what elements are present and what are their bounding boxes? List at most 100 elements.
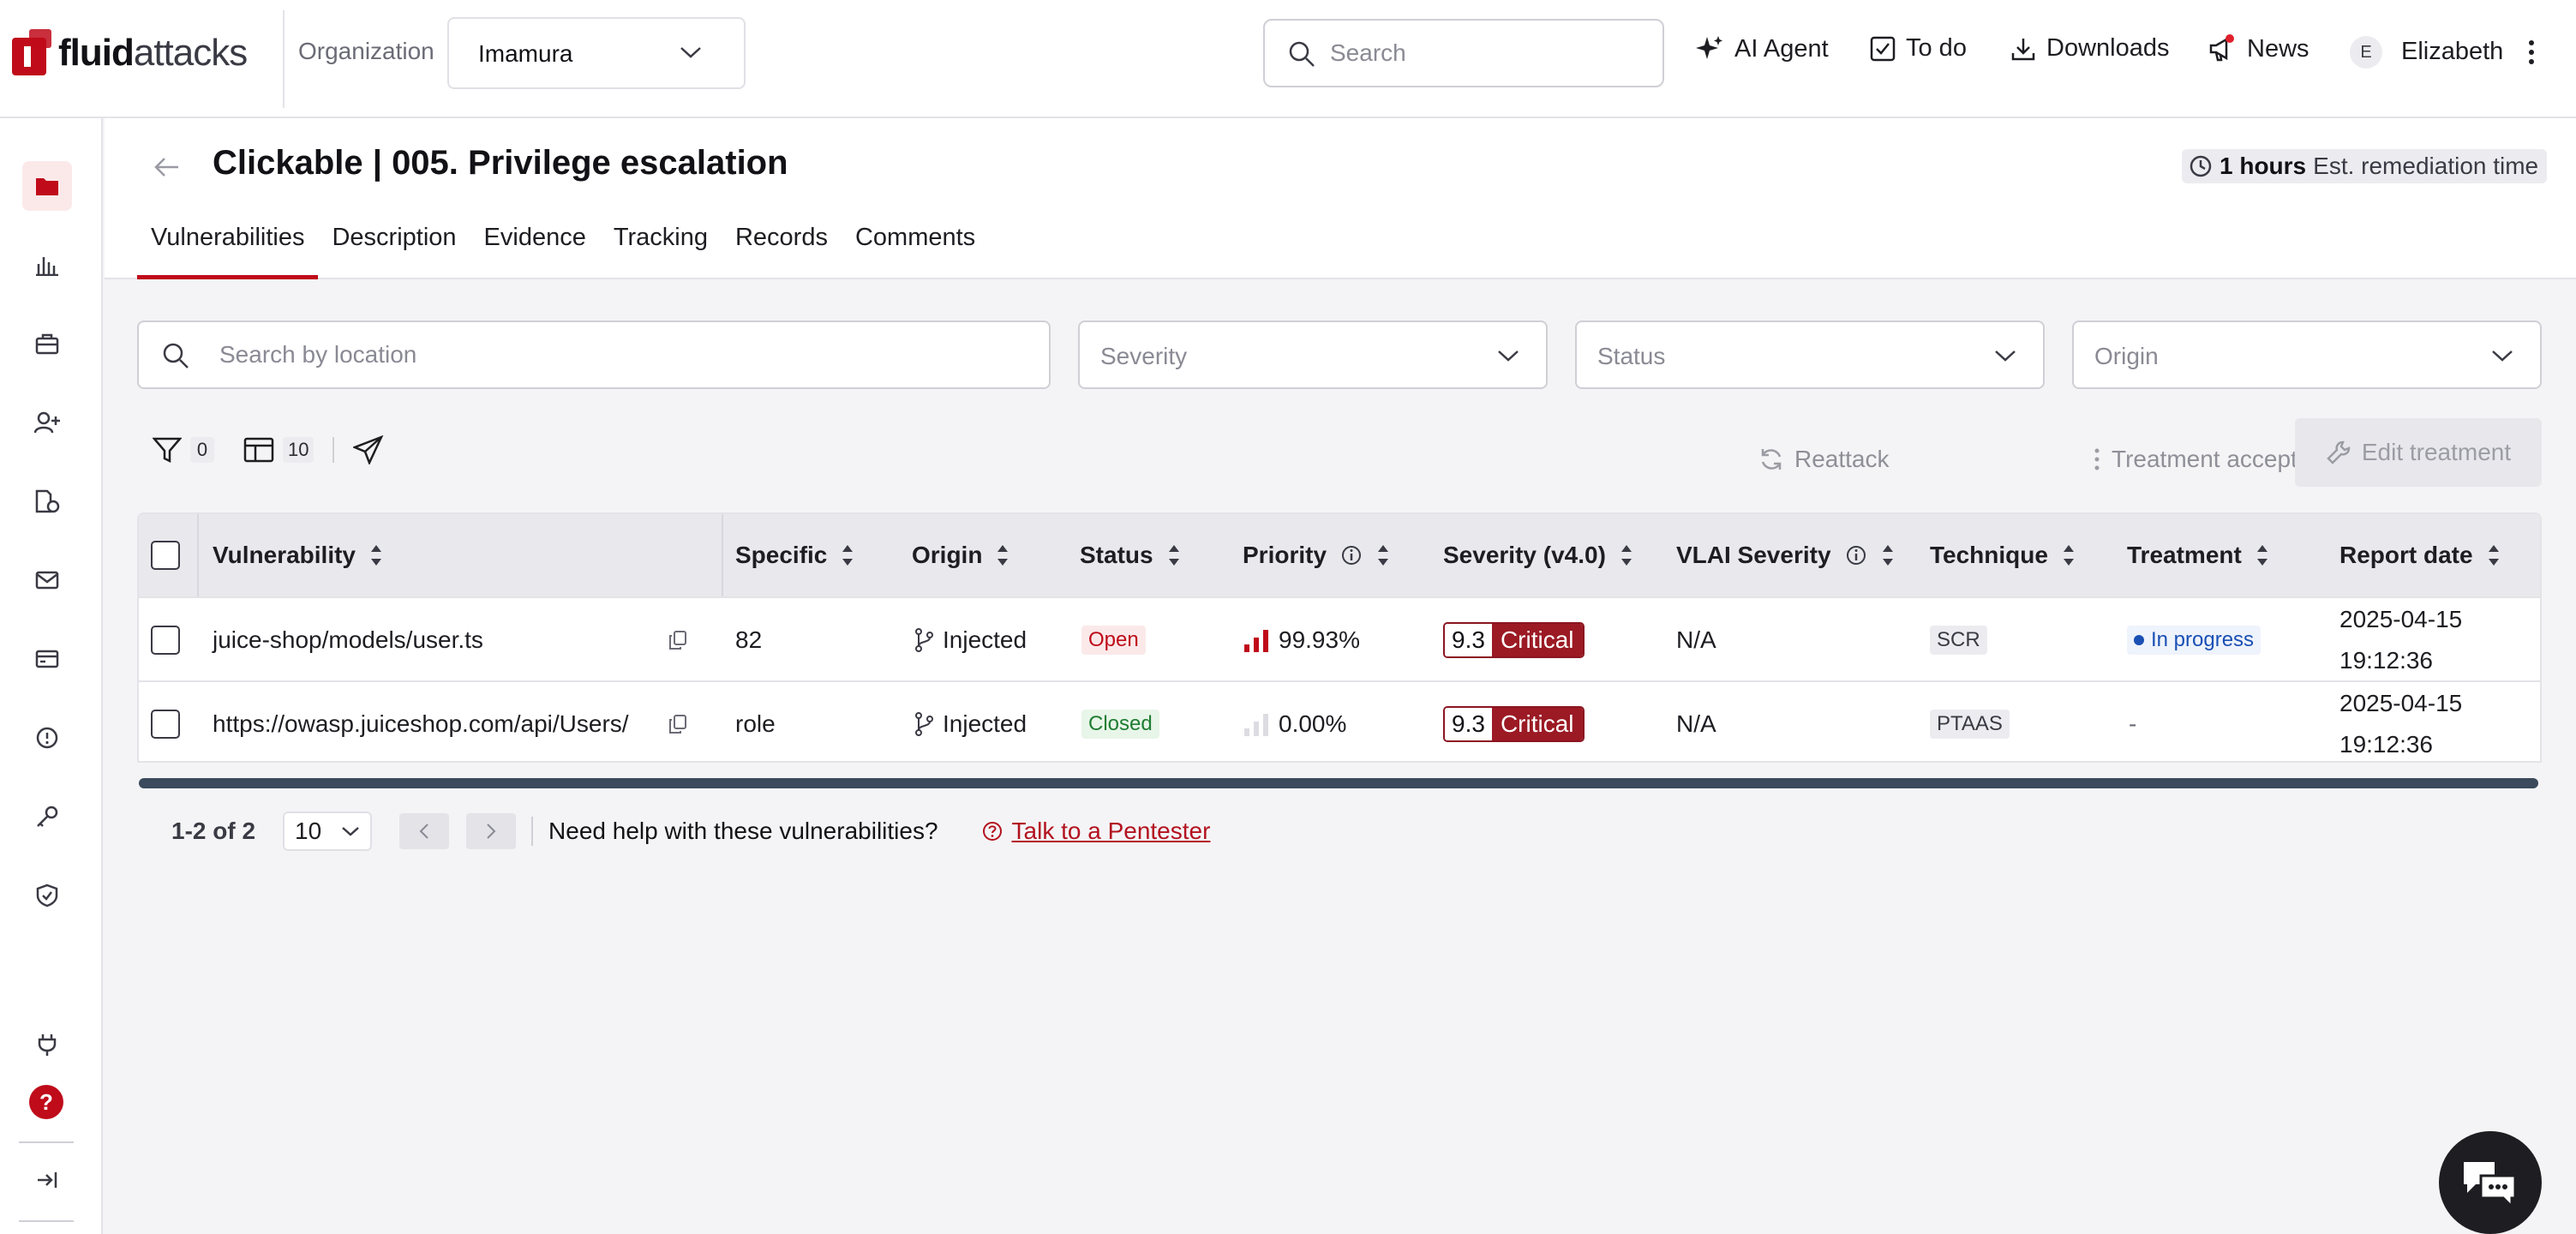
tab-evidence[interactable]: Evidence [470,219,600,279]
copy-button[interactable] [668,598,687,682]
tab-tracking[interactable]: Tracking [600,219,722,279]
download-icon [2011,38,2035,60]
help-icon[interactable]: ? [29,1085,63,1119]
table-row[interactable]: https://owasp.juiceshop.com/api/Users/ r… [139,680,2540,761]
sidebar-item-integrations[interactable] [22,1020,72,1069]
info-icon [1342,546,1362,565]
column-header-treatment[interactable]: Treatment [2127,514,2269,596]
sort-icon [2063,545,2074,566]
downloads-button[interactable]: Downloads [2010,34,2169,63]
technique-cell: PTAAS [1930,682,2010,761]
user-name[interactable]: Elizabeth [2401,38,2503,66]
send-icon[interactable] [353,435,384,464]
column-header-vlai-severity[interactable]: VLAI Severity [1676,514,1895,596]
avatar[interactable]: E [2350,36,2382,69]
column-header-vulnerability[interactable]: Vulnerability [213,514,383,596]
sidebar-item-members[interactable] [22,398,72,447]
report-date-cell: 2025-04-15 19:12:36 [2339,690,2463,758]
column-header-status[interactable]: Status [1080,514,1181,596]
sidebar-item-compliance[interactable] [22,871,72,920]
sidebar-item-analytics[interactable] [22,240,72,290]
kebab-menu-icon[interactable] [2526,38,2537,67]
checkbox-icon [1870,36,1896,61]
origin-filter[interactable]: Origin [2072,320,2542,389]
git-branch-icon [915,712,933,736]
edit-treatment-button[interactable]: Edit treatment [2295,418,2542,487]
filters-button[interactable]: 0 [153,436,214,464]
select-all-checkbox[interactable] [151,514,180,596]
chat-button[interactable] [2439,1131,2542,1234]
back-arrow-icon[interactable] [153,153,182,182]
column-header-specific[interactable]: Specific [735,514,854,596]
sidebar-collapse-button[interactable] [22,1155,72,1205]
status-filter-label: Status [1597,343,1666,369]
todo-label: To do [1906,34,1967,62]
copy-button[interactable] [668,682,687,761]
sidebar-item-groups[interactable] [22,161,72,211]
tab-comments[interactable]: Comments [842,219,989,279]
sidebar: ? [0,118,103,1234]
logo-mark-icon [12,29,51,75]
previous-page-button[interactable] [399,813,450,849]
sidebar-item-credentials[interactable] [22,792,72,842]
sidebar-item-billing-documents[interactable] [22,476,72,526]
treatment-cell: In progress [2127,598,2261,682]
location-search[interactable] [137,320,1051,389]
clock-icon [2190,155,2212,177]
column-header-report-date[interactable]: Report date [2339,514,2501,596]
edit-treatment-label: Edit treatment [2361,439,2512,465]
status-filter[interactable]: Status [1575,320,2045,389]
sidebar-item-billing[interactable] [22,634,72,684]
search-icon [163,343,189,368]
vulnerability-cell[interactable]: https://owasp.juiceshop.com/api/Users/ [213,682,629,761]
global-search[interactable] [1263,19,1664,87]
table-row[interactable]: juice-shop/models/user.ts 82 Injected Op… [139,596,2540,682]
chat-icon [2464,1162,2517,1208]
column-header-priority[interactable]: Priority [1243,514,1390,596]
todo-button[interactable]: To do [1870,34,1967,63]
checkbox[interactable] [151,710,180,739]
talk-to-pentester-link[interactable]: Talk to a Pentester [981,818,1210,845]
sort-icon [2488,545,2499,566]
finding-header: Clickable | 005. Privilege escalation 1 … [105,118,2576,279]
column-header-technique[interactable]: Technique [1930,514,2076,596]
vulnerability-cell[interactable]: juice-shop/models/user.ts [213,598,483,682]
brand-logo[interactable]: fluidattacks [12,29,248,77]
status-cell: Closed [1081,682,1159,761]
column-header-severity[interactable]: Severity (v4.0) [1443,514,1633,596]
severity-filter[interactable]: Severity [1078,320,1548,389]
sort-icon [2256,545,2267,566]
sidebar-item-portfolios[interactable] [22,319,72,368]
tab-records[interactable]: Records [722,219,842,279]
tab-description[interactable]: Description [318,219,470,279]
vlai-severity-cell: N/A [1676,626,1716,653]
severity-badge: 9.3 Critical [1443,706,1585,742]
checkbox[interactable] [151,541,180,570]
sidebar-item-policies[interactable] [22,713,72,763]
horizontal-scrollbar[interactable] [139,778,2538,788]
divider [283,10,285,108]
row-select[interactable] [151,598,180,682]
checkbox[interactable] [151,626,180,655]
ai-agent-button[interactable]: AI Agent [1695,34,1829,63]
status-badge: Open [1081,626,1146,655]
global-search-input[interactable] [1330,36,1638,70]
sidebar-item-inbox[interactable] [22,555,72,605]
organization-select[interactable]: Imamura [447,17,746,89]
help-text: Need help with these vulnerabilities? [548,818,938,844]
treatment-cell: - [2129,710,2137,737]
next-page-button[interactable] [466,813,517,849]
tab-bar: Vulnerabilities Description Evidence Tra… [137,219,989,279]
location-search-input[interactable] [219,338,991,372]
news-button[interactable]: News [2208,34,2309,63]
severity-badge: 9.3 Critical [1443,622,1585,658]
reattack-button[interactable]: Reattack [1758,425,1890,494]
columns-button[interactable]: 10 [243,437,315,463]
copy-icon [669,715,686,734]
page-size-select[interactable]: 10 [283,812,373,851]
column-header-origin[interactable]: Origin [912,514,1009,596]
row-select[interactable] [151,682,180,761]
credit-card-icon [35,650,59,668]
tab-vulnerabilities[interactable]: Vulnerabilities [137,219,319,279]
signal-high-icon [1244,630,1268,652]
